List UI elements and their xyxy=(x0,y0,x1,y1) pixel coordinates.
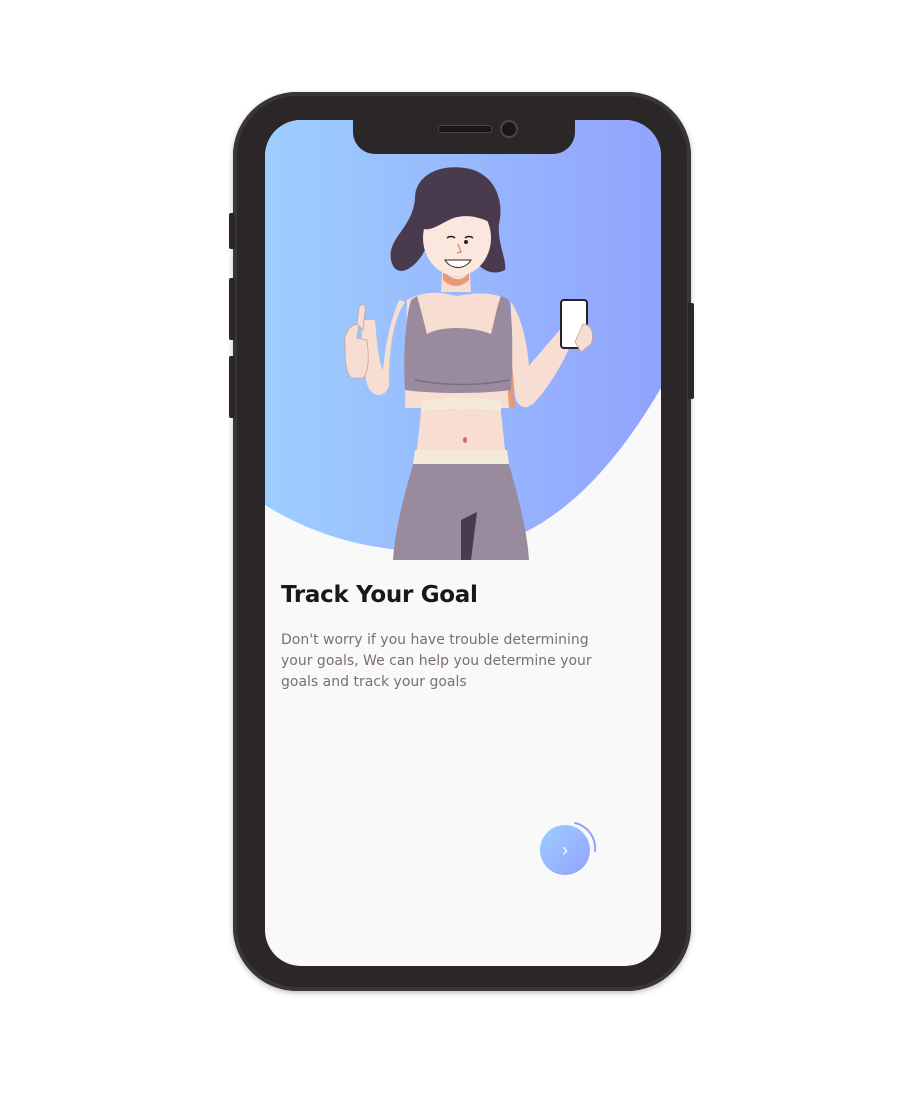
chevron-right-icon: › xyxy=(562,840,568,860)
volume-down-button xyxy=(229,356,235,418)
earpiece-speaker-icon xyxy=(438,125,492,133)
next-button-wrapper: › xyxy=(535,815,601,881)
next-button[interactable]: › xyxy=(540,825,590,875)
mute-switch xyxy=(229,213,235,249)
onboarding-description: Don't worry if you have trouble determin… xyxy=(281,632,592,690)
power-button xyxy=(688,303,694,399)
onboarding-screen: Track Your Goal Don't worry if you have … xyxy=(265,120,661,966)
onboarding-title: Track Your Goal xyxy=(281,582,478,608)
volume-up-button xyxy=(229,278,235,340)
front-camera-icon xyxy=(500,120,518,138)
hero-illustration xyxy=(265,120,661,560)
